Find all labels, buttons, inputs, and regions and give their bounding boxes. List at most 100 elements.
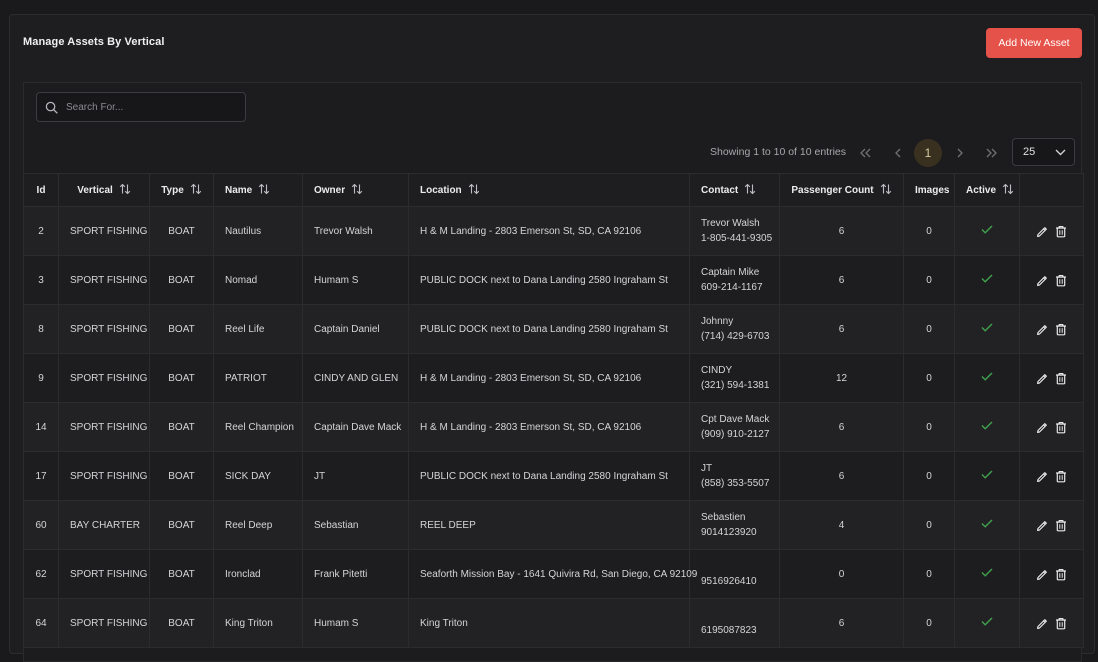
header-actions: [1019, 173, 1084, 207]
cell-images: 0: [903, 304, 955, 354]
assets-table: Id Vertical Type Name Owner Location Contact Pa…: [23, 173, 1084, 648]
cell-active: [954, 353, 1020, 403]
cell-location: PUBLIC DOCK next to Dana Landing 2580 In…: [408, 451, 690, 501]
edit-icon[interactable]: [1036, 225, 1049, 238]
cell-name: Nomad: [213, 255, 303, 305]
cell-contact: Sebastien 9014123920: [689, 500, 780, 550]
page-button-current[interactable]: 1: [914, 139, 942, 167]
delete-icon[interactable]: [1055, 617, 1067, 630]
cell-owner: CINDY AND GLEN: [302, 353, 409, 403]
cell-location: REEL DEEP: [408, 500, 690, 550]
delete-icon[interactable]: [1055, 372, 1067, 385]
header-name[interactable]: Name: [213, 173, 303, 207]
edit-icon[interactable]: [1036, 470, 1049, 483]
contact-phone: 609-214-1167: [701, 282, 763, 293]
sort-icon[interactable]: [190, 183, 202, 198]
cell-type: BOAT: [149, 598, 214, 648]
prev-page-icon[interactable]: [884, 139, 912, 167]
table-header-row: Id Vertical Type Name Owner Location Contact Pa…: [23, 173, 1084, 207]
cell-active: [954, 255, 1020, 305]
sort-icon[interactable]: [468, 183, 480, 198]
header-label: Passenger Count: [791, 184, 874, 196]
sort-icon[interactable]: [351, 183, 363, 198]
cell-images: 0: [903, 500, 955, 550]
cell-type: BOAT: [149, 353, 214, 403]
cell-actions: [1019, 598, 1084, 648]
cell-contact: Cpt Dave Mack (909) 910-2127: [689, 402, 780, 452]
edit-icon[interactable]: [1036, 617, 1049, 630]
header-location[interactable]: Location: [408, 173, 690, 207]
sort-icon[interactable]: [258, 183, 270, 198]
delete-icon[interactable]: [1055, 323, 1067, 336]
cell-contact: CINDY (321) 594-1381: [689, 353, 780, 403]
edit-icon[interactable]: [1036, 568, 1049, 581]
cell-contact: 6195087823: [689, 598, 780, 648]
cell-active: [954, 451, 1020, 501]
next-page-icon[interactable]: [946, 139, 974, 167]
delete-icon[interactable]: [1055, 225, 1067, 238]
sort-icon[interactable]: [880, 183, 892, 198]
header-vertical[interactable]: Vertical: [58, 173, 150, 207]
page-size-select[interactable]: 25: [1012, 138, 1075, 166]
edit-icon[interactable]: [1036, 323, 1049, 336]
cell-location: Seaforth Mission Bay - 1641 Quivira Rd, …: [408, 549, 697, 599]
sort-icon[interactable]: [1002, 183, 1014, 198]
delete-icon[interactable]: [1055, 274, 1067, 287]
table-row: 9 SPORT FISHING BOAT PATRIOT CINDY AND GLEN H…: [23, 353, 1084, 403]
header-owner[interactable]: Owner: [302, 173, 409, 207]
add-new-asset-button[interactable]: Add New Asset: [986, 28, 1082, 58]
search-box[interactable]: [36, 92, 246, 122]
cell-id: 17: [23, 451, 59, 501]
cell-owner: Trevor Walsh: [302, 206, 409, 256]
edit-icon[interactable]: [1036, 372, 1049, 385]
header-type[interactable]: Type: [149, 173, 214, 207]
last-page-icon[interactable]: [977, 139, 1005, 167]
table-row: 3 SPORT FISHING BOAT Nomad Humam S PUBLIC DOC…: [23, 255, 1084, 305]
edit-icon[interactable]: [1036, 519, 1049, 532]
chevron-down-icon: [1055, 149, 1066, 155]
cell-actions: [1019, 549, 1084, 599]
cell-actions: [1019, 451, 1084, 501]
main-panel: Manage Assets By Vertical Add New Asset …: [9, 14, 1095, 662]
cell-vertical: SPORT FISHING: [58, 304, 150, 354]
edit-icon[interactable]: [1036, 274, 1049, 287]
cell-actions: [1019, 206, 1084, 256]
cell-location: H & M Landing - 2803 Emerson St, SD, CA …: [408, 353, 690, 403]
cell-vertical: BAY CHARTER: [58, 500, 150, 550]
delete-icon[interactable]: [1055, 568, 1067, 581]
cell-type: BOAT: [149, 304, 214, 354]
check-icon: [981, 274, 993, 286]
cell-name: Reel Life: [213, 304, 303, 354]
first-page-icon[interactable]: [852, 139, 880, 167]
cell-id: 9: [23, 353, 59, 403]
sort-icon[interactable]: [119, 183, 131, 198]
cell-owner: Captain Dave Mack: [302, 402, 409, 452]
cell-location: PUBLIC DOCK next to Dana Landing 2580 In…: [408, 304, 690, 354]
cell-name: Nautilus: [213, 206, 303, 256]
cell-type: BOAT: [149, 255, 214, 305]
edit-icon[interactable]: [1036, 421, 1049, 434]
cell-images: 0: [903, 206, 955, 256]
cell-owner: Captain Daniel: [302, 304, 409, 354]
header-active[interactable]: Active: [954, 173, 1020, 207]
cell-id: 14: [23, 402, 59, 452]
sort-icon[interactable]: [744, 183, 756, 198]
cell-type: BOAT: [149, 206, 214, 256]
cell-type: BOAT: [149, 549, 214, 599]
search-icon: [45, 101, 58, 114]
contact-phone: (321) 594-1381: [701, 380, 770, 391]
delete-icon[interactable]: [1055, 470, 1067, 483]
cell-name: Reel Champion: [213, 402, 303, 452]
contact-phone: (909) 910-2127: [701, 429, 770, 440]
header-contact[interactable]: Contact: [689, 173, 780, 207]
delete-icon[interactable]: [1055, 519, 1067, 532]
table-row: 60 BAY CHARTER BOAT Reel Deep Sebastian REEL …: [23, 500, 1084, 550]
header-label: Vertical: [77, 184, 113, 196]
header-label: Id: [36, 184, 46, 196]
header-passenger-count[interactable]: Passenger Count: [779, 173, 904, 207]
cell-name: PATRIOT: [213, 353, 303, 403]
cell-active: [954, 549, 1020, 599]
cell-passenger-count: 6: [779, 255, 904, 305]
search-input[interactable]: [66, 101, 226, 113]
delete-icon[interactable]: [1055, 421, 1067, 434]
